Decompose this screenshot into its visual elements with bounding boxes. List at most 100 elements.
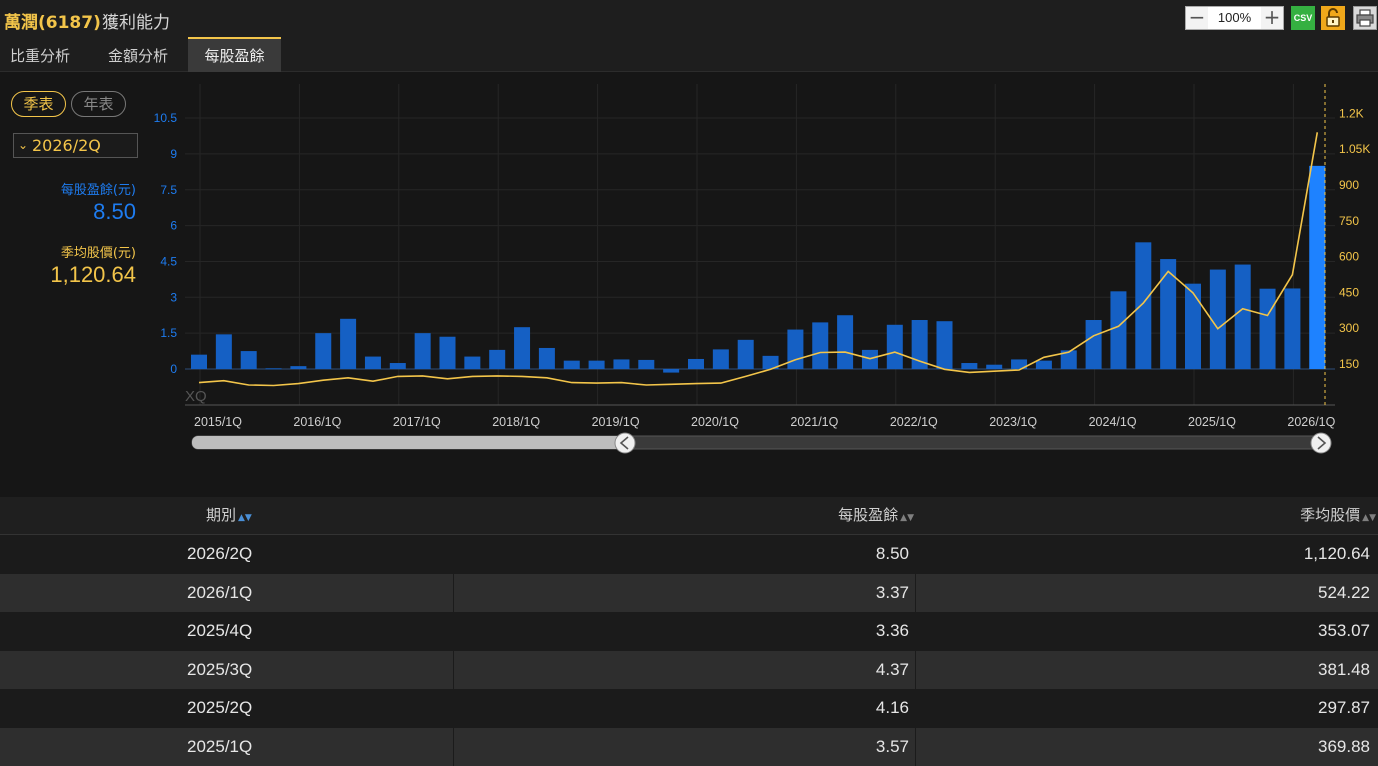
cell-period: 2025/4Q <box>187 612 252 651</box>
x-tick-label: 2019/1Q <box>592 415 640 429</box>
eps-bar <box>390 363 406 369</box>
cell-period: 2026/1Q <box>187 574 252 613</box>
table-row[interactable]: 2025/4Q 3.36 353.07 <box>0 612 1378 651</box>
eps-bar <box>812 322 828 369</box>
eps-bar <box>787 330 803 369</box>
scrollbar-range[interactable] <box>192 436 626 449</box>
cell-price: 1,120.64 <box>1304 535 1370 574</box>
y-left-tick-label: 0 <box>170 362 177 376</box>
x-tick-label: 2015/1Q <box>194 415 242 429</box>
eps-bar <box>464 357 480 369</box>
cell-period: 2025/3Q <box>187 651 252 690</box>
eps-bar <box>514 327 530 369</box>
sort-icon: ▲▼ <box>900 513 914 523</box>
x-tick-label: 2023/1Q <box>989 415 1037 429</box>
eps-bar <box>1309 166 1325 369</box>
sort-icon: ▲▼ <box>1362 513 1376 523</box>
header-period[interactable]: 期別▲▼ <box>206 497 252 534</box>
header-price[interactable]: 季均股價▲▼ <box>1300 497 1376 534</box>
scroll-handle-right[interactable] <box>1311 433 1331 453</box>
x-tick-label: 2020/1Q <box>691 415 739 429</box>
eps-bar <box>961 363 977 369</box>
column-separator <box>915 728 916 766</box>
sort-icon: ▲▼ <box>238 513 252 523</box>
left-axis: 01.534.567.5910.5 <box>154 111 178 376</box>
eps-bar <box>887 325 903 369</box>
cell-price: 353.07 <box>1318 612 1370 651</box>
table-row[interactable]: 2026/1Q 3.37 524.22 <box>0 574 1378 613</box>
eps-bar <box>1135 242 1151 369</box>
eps-bar <box>1185 284 1201 369</box>
cell-price: 297.87 <box>1318 689 1370 728</box>
table-header: 期別▲▼ 每股盈餘▲▼ 季均股價▲▼ <box>0 497 1378 535</box>
x-tick-label: 2018/1Q <box>492 415 540 429</box>
eps-bar <box>489 350 505 369</box>
eps-bar <box>1284 288 1300 369</box>
cell-eps: 3.57 <box>876 728 909 766</box>
eps-bar <box>688 359 704 369</box>
eps-bars <box>191 166 1325 373</box>
eps-bar <box>191 355 207 369</box>
x-tick-label: 2021/1Q <box>790 415 838 429</box>
eps-bar <box>613 359 629 369</box>
eps-bar <box>216 334 232 369</box>
y-right-tick-label: 600 <box>1339 250 1359 264</box>
eps-bar <box>315 333 331 369</box>
cell-period: 2025/1Q <box>187 728 252 766</box>
x-tick-label: 2022/1Q <box>890 415 938 429</box>
cell-price: 369.88 <box>1318 728 1370 766</box>
table-row[interactable]: 2026/2Q8.501,120.64 <box>0 535 1378 574</box>
y-right-tick-label: 150 <box>1339 357 1359 371</box>
y-right-tick-label: 1.05K <box>1339 142 1370 156</box>
eps-bar <box>837 315 853 369</box>
column-separator <box>915 651 916 690</box>
header-eps[interactable]: 每股盈餘▲▼ <box>838 497 914 534</box>
x-tick-label: 2024/1Q <box>1089 415 1137 429</box>
x-tick-label: 2026/1Q <box>1287 415 1335 429</box>
eps-bar <box>937 321 953 369</box>
y-right-tick-label: 1.2K <box>1339 106 1364 120</box>
eps-bar <box>1036 361 1052 369</box>
y-right-tick-label: 450 <box>1339 285 1359 299</box>
right-axis: 1503004506007509001.05K1.2K <box>1339 106 1370 371</box>
table-row[interactable]: 2025/2Q 4.16 297.87 <box>0 689 1378 728</box>
table-body: 2026/2Q8.501,120.642026/1Q3.37524.222025… <box>0 535 1378 766</box>
table-row[interactable]: 2025/1Q 3.57 369.88 <box>0 728 1378 766</box>
eps-bar <box>986 365 1002 369</box>
eps-bar <box>663 369 679 373</box>
cell-eps: 4.16 <box>876 689 909 728</box>
eps-bar <box>440 337 456 369</box>
eps-bar <box>589 361 605 369</box>
cell-price: 524.22 <box>1318 574 1370 613</box>
eps-bar <box>290 366 306 369</box>
y-right-tick-label: 300 <box>1339 321 1359 335</box>
y-left-tick-label: 6 <box>170 219 177 233</box>
y-left-tick-label: 1.5 <box>160 326 177 340</box>
eps-bar <box>1110 291 1126 369</box>
eps-bar <box>564 361 580 369</box>
eps-bar <box>1260 289 1276 369</box>
y-left-tick-label: 9 <box>170 147 177 161</box>
scroll-handle-left[interactable] <box>615 433 635 453</box>
y-left-tick-label: 4.5 <box>160 254 177 268</box>
y-right-tick-label: 900 <box>1339 178 1359 192</box>
eps-bar <box>1235 265 1251 369</box>
x-tick-label: 2025/1Q <box>1188 415 1236 429</box>
eps-bar <box>340 319 356 369</box>
y-left-tick-label: 7.5 <box>160 183 177 197</box>
eps-bar <box>638 360 654 369</box>
cell-period: 2025/2Q <box>187 689 252 728</box>
eps-bar <box>415 333 431 369</box>
column-separator <box>453 574 454 613</box>
cell-period: 2026/2Q <box>187 535 252 574</box>
table-row[interactable]: 2025/3Q4.37381.48 <box>0 651 1378 690</box>
cell-eps: 4.37 <box>876 651 909 690</box>
cell-eps: 3.37 <box>876 574 909 613</box>
y-left-tick-label: 10.5 <box>154 111 178 125</box>
column-separator <box>915 574 916 613</box>
eps-bar <box>539 348 555 369</box>
eps-bar <box>241 351 257 369</box>
cell-eps: 3.36 <box>876 612 909 651</box>
x-axis: 2015/1Q2016/1Q2017/1Q2018/1Q2019/1Q2020/… <box>194 415 1336 429</box>
xq-watermark: XQ <box>185 388 207 405</box>
